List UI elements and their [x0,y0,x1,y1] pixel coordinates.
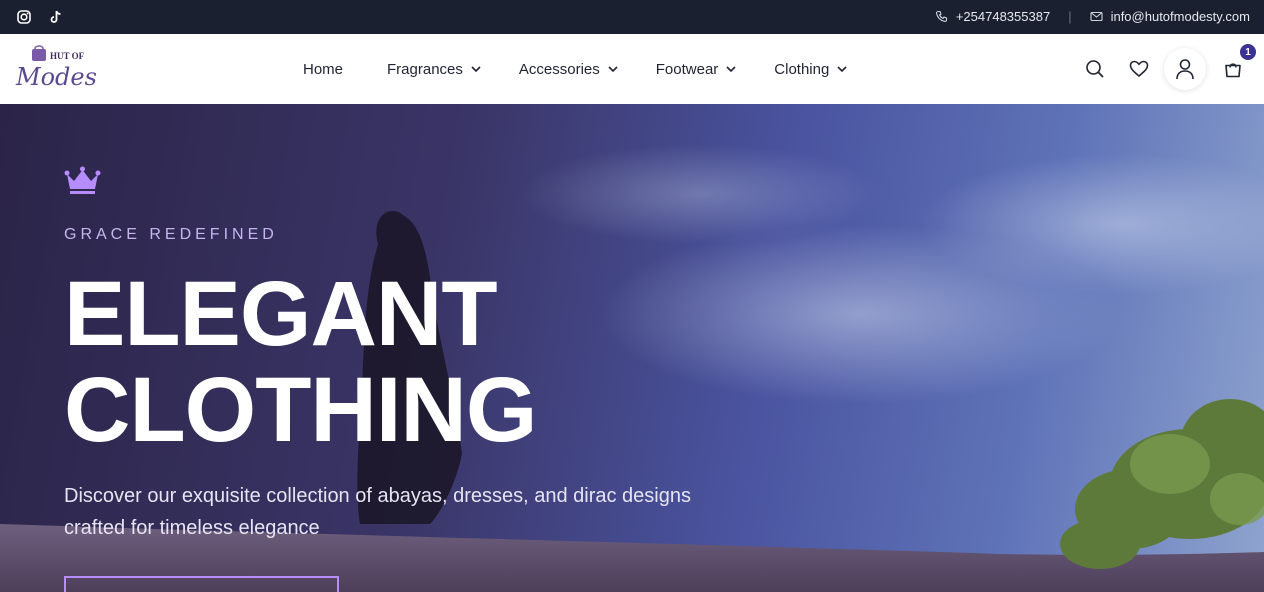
tiktok-icon[interactable] [48,9,64,25]
instagram-icon[interactable] [16,9,32,25]
nav-item-label: Home [303,60,344,78]
contact-info: +254748355387 | info@hutofmodesty.com [935,9,1250,24]
cart-count-badge: 1 [1240,44,1256,60]
hero-description: Discover our exquisite collection of aba… [64,485,691,539]
top-bar: +254748355387 | info@hutofmodesty.com [0,0,1264,34]
nav-menu: Home Fragrances Accessories Footwear Clo… [303,34,849,104]
nav-item-accessories[interactable]: Accessories [519,61,620,78]
nav-item-clothing[interactable]: Clothing [774,61,849,78]
svg-text:Modesty: Modesty [15,63,98,91]
headline-line-2: CLOTHING [64,359,537,461]
phone-number[interactable]: +254748355387 [956,9,1050,24]
svg-text:HUT OF: HUT OF [50,51,85,61]
chevron-down-icon [469,62,483,76]
heart-icon[interactable] [1128,58,1150,80]
nav-item-label: Accessories [518,60,600,78]
email-address[interactable]: info@hutofmodesty.com [1111,9,1250,24]
site-logo[interactable]: HUT OF Modesty [14,43,121,95]
nav-item-label: Fragrances [387,60,463,78]
mail-icon [1090,10,1103,23]
nav-item-footwear[interactable]: Footwear [656,61,739,78]
nav-item-label: Clothing [774,60,830,78]
hero-cta-button[interactable] [64,576,339,592]
user-account-icon[interactable] [1164,48,1206,90]
cart-icon[interactable]: 1 [1222,44,1256,80]
nav-item-home[interactable]: Home [303,61,343,78]
nav-item-fragrances[interactable]: Fragrances [387,61,483,78]
chevron-down-icon [606,62,620,76]
social-links [16,9,64,25]
chevron-down-icon [835,62,849,76]
hero-headline: ELEGANT CLOTHING [64,263,537,461]
nav-item-label: Footwear [655,60,719,78]
headline-line-1: ELEGANT [64,263,498,365]
search-icon[interactable] [1084,58,1106,80]
main-navigation: HUT OF Modesty Home Fragrances Accessori… [0,34,1264,104]
contact-divider: | [1068,9,1072,24]
phone-icon [935,10,948,23]
nav-actions: 1 [1084,44,1256,92]
crown-icon [64,166,101,196]
hero-banner: GRACE REDEFINED ELEGANT CLOTHING Discove… [0,104,1264,592]
chevron-down-icon [724,62,738,76]
hero-tagline: GRACE REDEFINED [64,226,278,243]
